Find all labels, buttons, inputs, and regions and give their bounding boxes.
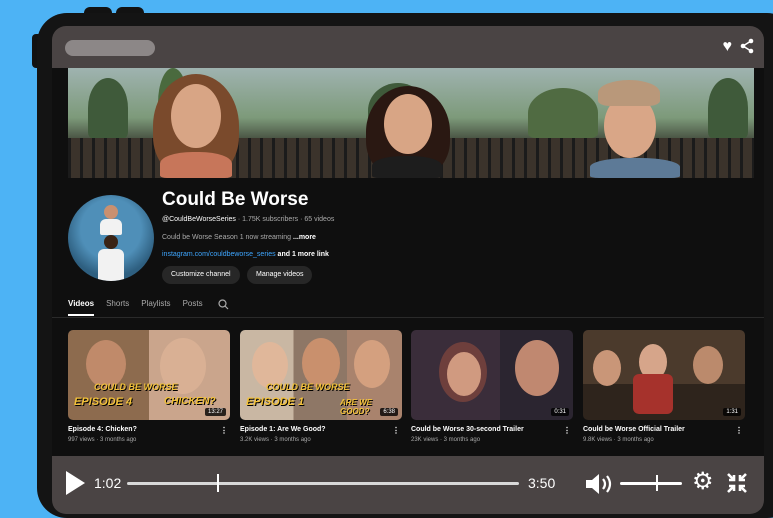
video-thumbnail[interactable]: 0:31: [411, 330, 573, 420]
more-vert-icon[interactable]: ⋮: [220, 426, 228, 435]
customize-channel-button[interactable]: Customize channel: [162, 266, 240, 284]
exit-fullscreen-icon[interactable]: [726, 472, 748, 499]
channel-description-text: Could be Worse Season 1 now streaming: [162, 234, 293, 241]
channel-meta: @CouldBeWorseSeries · 1.75K subscribers …: [162, 216, 334, 223]
video-title-text: Could be Worse 30-second Trailer: [411, 426, 524, 433]
video-meta: 23K views · 3 months ago: [411, 437, 481, 443]
channel-handle: @CouldBeWorseSeries: [162, 216, 236, 223]
video-thumbnail[interactable]: COULD BE WORSE EPISODE 1 ARE WE GOOD? 6:…: [240, 330, 402, 420]
channel-links: instagram.com/couldbeworse_series and 1 …: [162, 251, 329, 258]
volume-handle[interactable]: [655, 475, 658, 491]
banner-tree: [708, 78, 748, 138]
tab-shorts[interactable]: Shorts: [106, 299, 129, 316]
banner-person-face: [384, 94, 432, 154]
volume-track[interactable]: [620, 482, 682, 485]
video-title-text: Episode 4: Chicken?: [68, 426, 137, 433]
video-title-text: Episode 1: Are We Good?: [240, 426, 326, 433]
thumb-face: [86, 340, 126, 388]
thumb-overlay-subtitle: CHICKEN?: [164, 396, 216, 407]
more-vert-icon[interactable]: ⋮: [392, 426, 400, 435]
tab-posts[interactable]: Posts: [183, 299, 203, 316]
video-card[interactable]: 0:31 Could be Worse 30-second Trailer ⋮ 2…: [411, 330, 573, 443]
banner-tree: [88, 78, 128, 138]
duration: 3:50: [528, 475, 556, 491]
video-card[interactable]: 1:31 Could be Worse Official Trailer ⋮ 9.…: [583, 330, 745, 443]
tab-videos[interactable]: Videos: [68, 299, 95, 316]
progress-track[interactable]: [127, 482, 519, 485]
thumb-overlay-title: COULD BE WORSE: [94, 382, 178, 392]
thumb-overlay-title: COULD BE WORSE: [266, 382, 350, 392]
video-title[interactable]: Episode 4: Chicken? ⋮: [68, 426, 230, 435]
tab-playlists[interactable]: Playlists: [141, 299, 170, 316]
thumb-figure: [633, 374, 673, 414]
video-card[interactable]: COULD BE WORSE EPISODE 1 ARE WE GOOD? 6:…: [240, 330, 402, 443]
thumb-face: [693, 346, 723, 384]
video-duration: 6:38: [380, 408, 398, 416]
player-controls: 1:02 3:50 ⚙: [52, 456, 764, 514]
play-icon[interactable]: [66, 471, 85, 495]
current-time: 1:02: [94, 475, 122, 491]
video-meta: 3.2K views · 3 months ago: [240, 437, 311, 443]
banner-person-body: [590, 158, 680, 178]
banner-person-body: [160, 152, 232, 178]
video-title[interactable]: Episode 1: Are We Good? ⋮: [240, 426, 402, 435]
thumb-face: [515, 340, 559, 396]
video-meta: 997 views · 3 months ago: [68, 437, 137, 443]
channel-banner: [68, 68, 754, 178]
avatar-figure: [98, 249, 124, 281]
avatar-figure-head: [104, 235, 118, 249]
video-thumbnail[interactable]: 1:31: [583, 330, 745, 420]
video-title-text: Could be Worse Official Trailer: [583, 426, 685, 433]
video-duration: 0:31: [551, 408, 569, 416]
more-vert-icon[interactable]: ⋮: [563, 426, 571, 435]
share-icon[interactable]: [740, 38, 754, 59]
tablet-frame: ♥ Could Be Worse @CouldBeWorseSeries · 1…: [37, 13, 773, 518]
channel-avatar[interactable]: [68, 195, 154, 281]
avatar-figure: [100, 219, 122, 235]
manage-videos-button[interactable]: Manage videos: [247, 266, 313, 284]
search-icon[interactable]: [217, 299, 229, 316]
channel-tabs: Videos Shorts Playlists Posts: [68, 299, 229, 316]
player-top-bar: ♥: [52, 26, 764, 68]
thumb-face: [302, 338, 340, 388]
thumb-overlay-episode: EPISODE 1: [246, 396, 305, 408]
channel-link[interactable]: instagram.com/couldbeworse_series: [162, 251, 276, 258]
banner-person-body: [372, 156, 442, 178]
more-vert-icon[interactable]: ⋮: [735, 426, 743, 435]
banner-person-cap: [598, 80, 660, 106]
thumb-face: [354, 340, 390, 388]
video-duration: 13:27: [204, 408, 226, 416]
tablet-screen: ♥ Could Be Worse @CouldBeWorseSeries · 1…: [52, 26, 764, 514]
banner-person-face: [171, 84, 221, 148]
video-card[interactable]: COULD BE WORSE EPISODE 4 CHICKEN? 13:27 …: [68, 330, 230, 443]
video-title[interactable]: Could be Worse Official Trailer ⋮: [583, 426, 745, 435]
avatar-figure-head: [104, 205, 118, 219]
video-title-placeholder: [65, 40, 155, 56]
top-actions: ♥: [723, 38, 755, 59]
banner-tree: [528, 88, 598, 138]
thumb-overlay-episode: EPISODE 4: [74, 396, 133, 408]
video-duration: 1:31: [723, 408, 741, 416]
thumb-face: [593, 350, 621, 386]
channel-description[interactable]: Could be Worse Season 1 now streaming ..…: [162, 234, 316, 241]
volume-icon[interactable]: [584, 473, 616, 500]
tab-divider: [52, 317, 764, 318]
video-title[interactable]: Could be Worse 30-second Trailer ⋮: [411, 426, 573, 435]
heart-icon[interactable]: ♥: [723, 38, 733, 59]
progress-handle[interactable]: [217, 474, 220, 492]
video-meta: 9.8K views · 3 months ago: [583, 437, 654, 443]
thumb-face: [447, 352, 481, 396]
gear-icon[interactable]: ⚙: [692, 469, 714, 495]
description-more[interactable]: ...more: [293, 234, 316, 241]
video-thumbnail[interactable]: COULD BE WORSE EPISODE 4 CHICKEN? 13:27: [68, 330, 230, 420]
channel-stats: · 1.75K subscribers · 65 videos: [235, 216, 335, 223]
channel-name: Could Be Worse: [162, 189, 309, 210]
channel-more-links[interactable]: and 1 more link: [276, 251, 329, 258]
